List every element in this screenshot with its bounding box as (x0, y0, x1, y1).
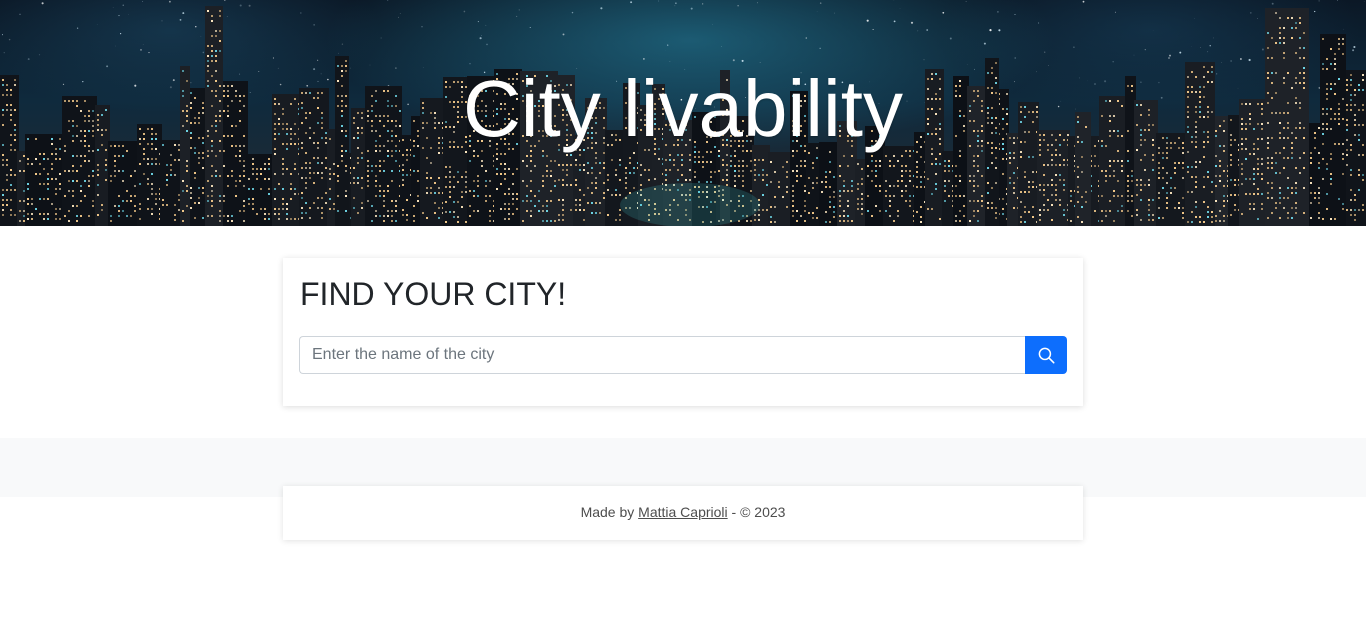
footer-suffix: - © 2023 (731, 504, 786, 520)
hero-banner: City livability (0, 0, 1366, 226)
page-title: City livability (462, 64, 904, 153)
footer-prefix: Made by (580, 504, 635, 520)
footer: Made by Mattia Caprioli - © 2023 (283, 486, 1083, 540)
city-search-input[interactable] (299, 336, 1026, 374)
search-button[interactable] (1025, 336, 1067, 374)
search-card: FIND YOUR CITY! (283, 258, 1083, 406)
search-heading: FIND YOUR CITY! (300, 276, 567, 312)
author-link[interactable]: Mattia Caprioli (638, 504, 727, 520)
search-icon (1038, 347, 1055, 364)
